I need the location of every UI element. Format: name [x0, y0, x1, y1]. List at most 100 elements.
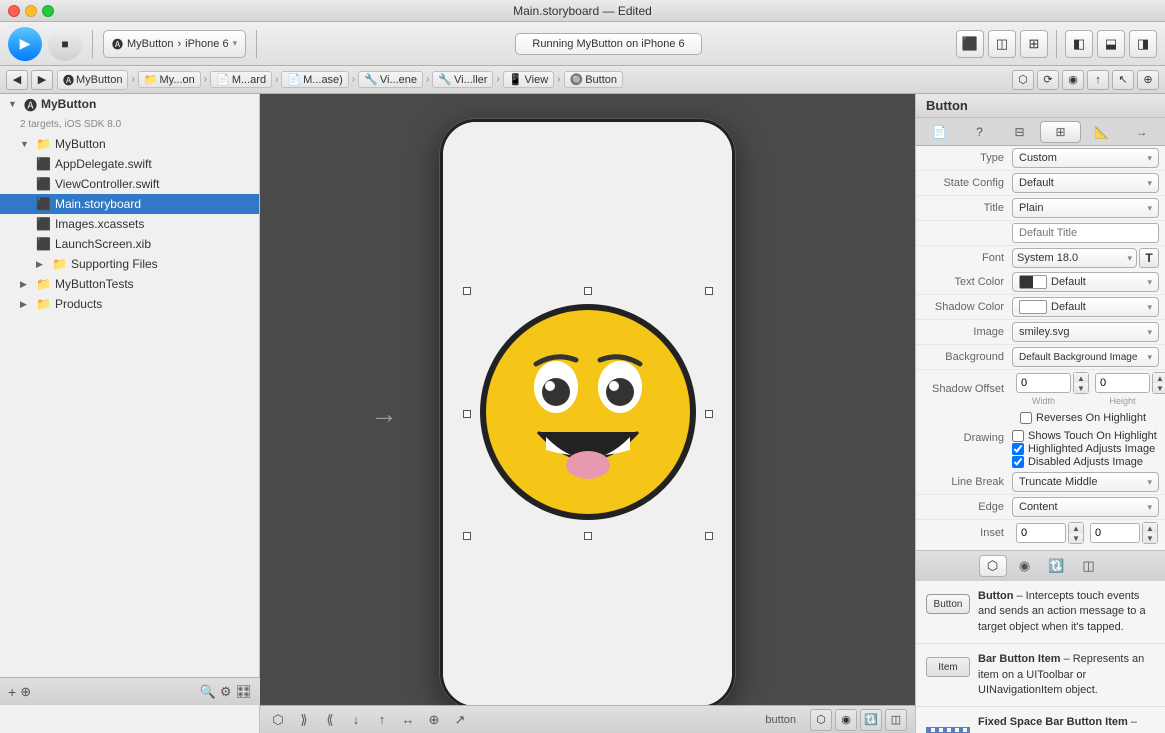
default-title-input[interactable] — [1012, 223, 1159, 243]
inset-stepper-down-2[interactable]: ▼ — [1143, 533, 1157, 543]
canvas-inspect-btn[interactable]: ⬡ — [810, 709, 832, 731]
line-break-dropdown[interactable]: Truncate Middle ▾ — [1012, 472, 1159, 492]
canvas-help-btn[interactable]: ◉ — [835, 709, 857, 731]
canvas-bottom-btn-3[interactable]: ⟪ — [320, 710, 340, 730]
nav-prev-button[interactable]: ◀ — [6, 70, 28, 90]
stop-button[interactable]: ■ — [48, 27, 82, 61]
sidebar-item-products[interactable]: ▶ 📁 Products — [0, 294, 259, 314]
inset-width-stepper: ▲ ▼ — [1068, 522, 1084, 544]
inset-stepper-down-1[interactable]: ▼ — [1069, 533, 1083, 543]
sidebar-bottom-icon-2[interactable]: ⊕ — [20, 684, 31, 700]
shadow-offset-width-label: Width — [1016, 396, 1071, 406]
nav-action-btn[interactable]: ⬡ — [1012, 70, 1034, 90]
tab-identity-inspector[interactable]: ⊟ — [1000, 121, 1039, 143]
font-dropdown[interactable]: System 18.0 ▾ — [1012, 248, 1137, 268]
breadcrumb-m-ard[interactable]: 📄 M...ard — [210, 71, 272, 88]
inset-stepper-up-1[interactable]: ▲ — [1069, 523, 1083, 533]
nav-history-btn[interactable]: ⟳ — [1037, 70, 1059, 90]
nav-jump-btn[interactable]: ⊕ — [1137, 70, 1159, 90]
sidebar-bottom-icon-4[interactable]: ⚙ — [220, 684, 232, 700]
canvas-bottom-btn-7[interactable]: ⊕ — [424, 710, 444, 730]
state-config-dropdown[interactable]: Default ▾ — [1012, 173, 1159, 193]
inset-height-input[interactable] — [1090, 523, 1140, 543]
shadow-offset-width-input[interactable] — [1016, 373, 1071, 393]
stepper-up-2[interactable]: ▲ — [1153, 373, 1165, 383]
canvas-bottom-btn-8[interactable]: ↗ — [450, 710, 470, 730]
stepper-down-1[interactable]: ▼ — [1074, 383, 1088, 393]
sidebar-item-mainstoryboard[interactable]: ⬛ Main.storyboard — [0, 194, 259, 214]
tab-attributes-inspector active[interactable]: ⊞ — [1040, 121, 1081, 143]
hide-debug[interactable]: ⬓ — [1097, 30, 1125, 58]
background-dropdown[interactable]: Default Background Image ▾ — [1012, 347, 1159, 367]
canvas-bottom-btn-4[interactable]: ↓ — [346, 710, 366, 730]
tab-file-inspector[interactable]: 📄 — [920, 121, 959, 143]
tab-icon-3[interactable]: 🔃 — [1043, 555, 1071, 577]
scheme-selector[interactable]: 🅐 MyButton › iPhone 6 ▾ — [103, 30, 246, 58]
image-dropdown[interactable]: smiley.svg ▾ — [1012, 322, 1159, 342]
breadcrumb-view[interactable]: 📱 View — [503, 71, 554, 88]
canvas-fit-btn[interactable]: ◫ — [885, 709, 907, 731]
breadcrumb-m-ase[interactable]: 📄 M...ase) — [281, 71, 348, 88]
canvas-bottom-btn-2[interactable]: ⟫ — [294, 710, 314, 730]
smiley-button[interactable] — [478, 302, 698, 525]
nav-cursor-btn[interactable]: ↖ — [1112, 70, 1134, 90]
tab-icon-1[interactable]: ⬡ — [979, 555, 1007, 577]
sidebar-item-viewcontroller[interactable]: ⬛ ViewController.swift — [0, 174, 259, 194]
storyboard-icon-2: 📄 — [287, 73, 301, 86]
inset-stepper-up-2[interactable]: ▲ — [1143, 523, 1157, 533]
add-file-icon[interactable]: + — [8, 684, 16, 700]
canvas-bottom-btn-6[interactable]: ↔ — [398, 710, 418, 730]
navigator-toggle[interactable]: ⬛ — [956, 30, 984, 58]
font-T-button[interactable]: T — [1139, 248, 1159, 268]
nav-share-btn[interactable]: ↑ — [1087, 70, 1109, 90]
disabled-adjusts-checkbox[interactable] — [1012, 456, 1024, 468]
hide-navigator[interactable]: ◧ — [1065, 30, 1093, 58]
sidebar-bottom-icon-3[interactable]: 🔍 — [200, 684, 216, 700]
breadcrumb-button[interactable]: 🔘 Button — [564, 71, 624, 88]
shows-touch-checkbox[interactable] — [1012, 430, 1024, 442]
breadcrumb-vi-ller[interactable]: 🔧 Vi...ller — [432, 71, 493, 88]
type-dropdown[interactable]: Custom ▾ — [1012, 148, 1159, 168]
shadow-offset-height-input[interactable] — [1095, 373, 1150, 393]
targets-label: 2 targets, iOS SDK 8.0 — [20, 119, 121, 130]
jump-bar-toggle[interactable]: ◫ — [988, 30, 1016, 58]
breadcrumb-my-on[interactable]: 📁 My...on — [138, 71, 201, 88]
run-button[interactable]: ▶ — [8, 27, 42, 61]
title-dropdown[interactable]: Plain ▾ — [1012, 198, 1159, 218]
edge-dropdown[interactable]: Content ▾ — [1012, 497, 1159, 517]
tab-connections-inspector[interactable]: → — [1122, 121, 1161, 143]
breadcrumb-vi-ene[interactable]: 🔧 Vi...ene — [358, 71, 423, 88]
hide-inspector[interactable]: ◨ — [1129, 30, 1157, 58]
sidebar-item-launchscreen[interactable]: ⬛ LaunchScreen.xib — [0, 234, 259, 254]
sidebar-bottom-icon-5[interactable]: 🎛 — [235, 684, 252, 700]
nav-next-button[interactable]: ▶ — [31, 70, 53, 90]
sidebar-item-supporting[interactable]: ▶ 📁 Supporting Files — [0, 254, 259, 274]
shadow-color-dropdown[interactable]: Default ▾ — [1012, 297, 1159, 317]
tab-size-inspector[interactable]: 📐 — [1082, 121, 1121, 143]
breadcrumb-mybutton[interactable]: 🅐 MyButton — [57, 70, 128, 90]
inset-width-input[interactable] — [1016, 523, 1066, 543]
tab-quick-help[interactable]: ? — [960, 121, 999, 143]
canvas-bottom-btn-5[interactable]: ↑ — [372, 710, 392, 730]
highlighted-adjusts-checkbox[interactable] — [1012, 443, 1024, 455]
minimize-button[interactable] — [25, 5, 37, 17]
canvas-area[interactable]: → 🟡 🟠 🟥 🔋 — [260, 94, 915, 733]
canvas-bottom-btn-1[interactable]: ⬡ — [268, 710, 288, 730]
tab-icon-4[interactable]: ◫ — [1075, 555, 1103, 577]
sidebar-item-images[interactable]: ⬛ Images.xcassets — [0, 214, 259, 234]
nav-bookmark-btn[interactable]: ◉ — [1062, 70, 1084, 90]
text-color-dropdown[interactable]: Default ▾ — [1012, 272, 1159, 292]
maximize-button[interactable] — [42, 5, 54, 17]
sidebar-item-appdelegate[interactable]: ⬛ AppDelegate.swift — [0, 154, 259, 174]
sidebar-item-mybuttontests[interactable]: ▶ 📁 MyButtonTests — [0, 274, 259, 294]
sidebar-item-mybutton-root[interactable]: ▼ 🅐 MyButton — [0, 94, 259, 114]
canvas-zoom-btn[interactable]: 🔃 — [860, 709, 882, 731]
close-button[interactable] — [8, 5, 20, 17]
assistant-toggle[interactable]: ⊞ — [1020, 30, 1048, 58]
tab-icon-2[interactable]: ◉ — [1011, 555, 1039, 577]
sidebar-item-mybutton-group[interactable]: ▼ 📁 MyButton — [0, 134, 259, 154]
reverses-highlight-checkbox[interactable] — [1020, 412, 1032, 424]
stepper-down-2[interactable]: ▼ — [1153, 383, 1165, 393]
stepper-up-1[interactable]: ▲ — [1074, 373, 1088, 383]
breadcrumb-sep-6: › — [496, 74, 499, 85]
